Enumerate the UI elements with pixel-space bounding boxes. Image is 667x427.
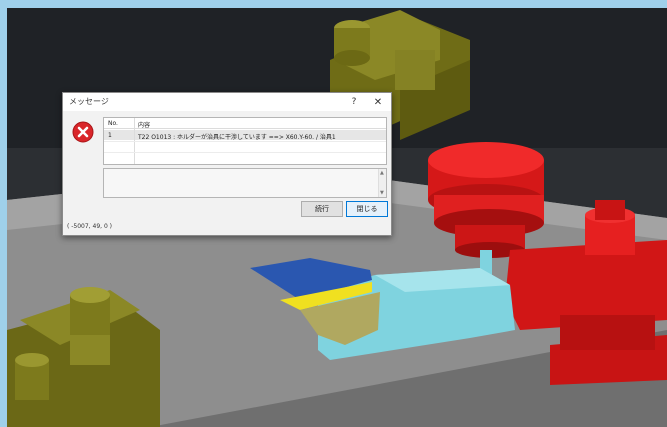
- close-x-button[interactable]: ✕: [369, 94, 387, 110]
- detail-scrollbar[interactable]: ▲ ▼: [378, 169, 386, 197]
- coordinate-readout: ( -5007, 49, 0 ): [67, 223, 113, 230]
- viewport: メッセージ ? ✕ No. 内容 1 T22 O1013 : ホルダーが治具に干…: [0, 0, 667, 427]
- dialog-title: メッセージ: [69, 97, 109, 106]
- help-button[interactable]: ?: [346, 94, 362, 110]
- column-header-content[interactable]: 内容: [138, 120, 150, 129]
- row-divider: [104, 141, 386, 142]
- continue-button[interactable]: 続行: [301, 201, 343, 217]
- error-icon: [72, 121, 94, 143]
- message-dialog: メッセージ ? ✕ No. 内容 1 T22 O1013 : ホルダーが治具に干…: [62, 92, 392, 236]
- row-divider: [104, 152, 386, 153]
- scroll-up-icon[interactable]: ▲: [380, 170, 384, 176]
- detail-text-area[interactable]: ▲ ▼: [103, 168, 387, 198]
- list-header: No. 内容: [104, 118, 386, 129]
- dialog-title-bar[interactable]: メッセージ ? ✕: [63, 93, 391, 111]
- column-header-no[interactable]: No.: [108, 120, 118, 127]
- scroll-down-icon[interactable]: ▼: [380, 190, 384, 196]
- close-button[interactable]: 閉じる: [346, 201, 388, 217]
- list-item[interactable]: 1 T22 O1013 : ホルダーが治具に干渉しています ==> X60.Y-…: [104, 130, 386, 141]
- list-item-no: 1: [108, 132, 112, 139]
- message-list[interactable]: No. 内容 1 T22 O1013 : ホルダーが治具に干渉しています ==>…: [103, 117, 387, 165]
- list-item-content: T22 O1013 : ホルダーが治具に干渉しています ==> X60.Y-60…: [138, 134, 336, 141]
